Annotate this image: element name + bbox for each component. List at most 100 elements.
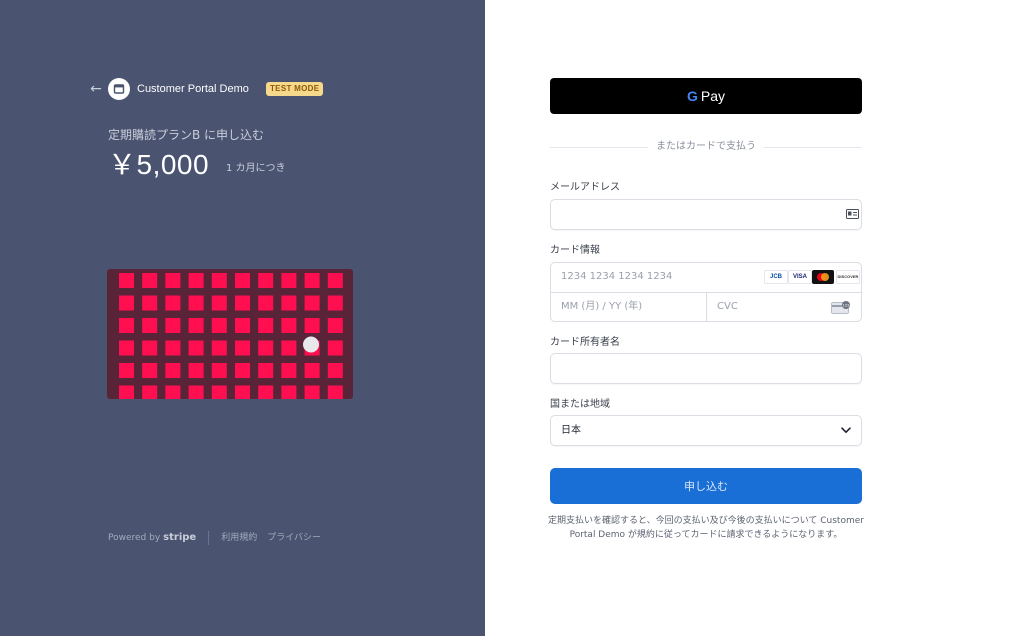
pattern-tile (142, 340, 158, 356)
email-label: メールアドレス (550, 182, 620, 193)
pattern-tile (281, 295, 297, 311)
svg-text:123: 123 (843, 303, 850, 308)
pattern-tile (119, 273, 134, 288)
card-info-label: カード情報 (550, 245, 600, 256)
pattern-tile (188, 273, 204, 288)
cvc-placeholder: CVC (717, 301, 738, 312)
pattern-tile (281, 273, 297, 288)
country-label: 国または地域 (550, 399, 610, 410)
pattern-tile (258, 295, 274, 311)
country-select[interactable]: 日本 (550, 415, 862, 446)
country-value: 日本 (561, 425, 581, 436)
product-summary-panel: ← Customer Portal Demo TEST MODE 定期購読プラン… (0, 0, 485, 636)
discover-icon: DISCOVER (836, 270, 860, 284)
terms-link[interactable]: 利用規約 (221, 531, 257, 545)
powered-by-text: Powered by (108, 533, 161, 543)
pattern-tile (142, 318, 158, 333)
pattern-tile (119, 318, 134, 333)
pattern-tile (165, 273, 181, 288)
pattern-tile (188, 363, 204, 378)
email-field[interactable] (550, 199, 862, 230)
product-image-pattern (119, 273, 343, 399)
privacy-link[interactable]: プライバシー (267, 531, 321, 545)
pattern-tile (327, 273, 343, 288)
pattern-tile (235, 295, 250, 311)
pattern-tile (211, 295, 227, 311)
pattern-tile (235, 363, 250, 378)
footer-divider (208, 531, 210, 545)
visa-icon: VISA (788, 270, 812, 284)
pattern-tile (258, 385, 274, 399)
pattern-tile (304, 318, 320, 333)
pattern-tile (211, 363, 227, 378)
pattern-tile (235, 318, 250, 333)
pattern-tile (142, 295, 158, 311)
card-info-group: 1234 1234 1234 1234 JCB VISA DISCOVER MM… (550, 262, 862, 322)
pattern-tile (304, 385, 320, 399)
cvc-card-icon: 123 (831, 301, 850, 314)
google-icon: G (686, 88, 698, 104)
pattern-tile (142, 273, 158, 288)
pattern-tile (188, 295, 204, 311)
pattern-tile (119, 363, 134, 378)
test-mode-badge: TEST MODE (266, 82, 324, 96)
pattern-tile (211, 385, 227, 399)
pattern-tile (235, 385, 250, 399)
pattern-tile (235, 340, 250, 356)
subscription-terms: 定期支払いを確認すると、今回の支払い及び今後の支払いについて Customer … (548, 516, 864, 540)
pattern-tile (258, 318, 274, 333)
arrow-left-icon[interactable]: ← (88, 81, 104, 97)
pattern-tile (327, 340, 343, 356)
pattern-tile (327, 363, 343, 378)
pattern-tile (281, 363, 297, 378)
pattern-tile (188, 385, 204, 399)
footer: Powered by stripe 利用規約 プライバシー (108, 531, 331, 545)
pattern-tile (327, 385, 343, 399)
plan-title: 定期購読プランB に申し込む (108, 128, 265, 142)
pattern-tile (258, 273, 274, 288)
pattern-tile (281, 385, 297, 399)
pattern-tile (281, 318, 297, 333)
pattern-tile (165, 363, 181, 378)
pattern-tile (304, 295, 320, 311)
contact-card-icon (846, 209, 859, 219)
subscribe-button[interactable]: 申し込む (550, 468, 862, 504)
pattern-tile (304, 273, 320, 288)
pattern-tile (165, 295, 181, 311)
expiry-placeholder: MM (月) / YY (年) (561, 301, 643, 312)
cardholder-name-label: カード所有者名 (550, 337, 620, 348)
pattern-tile (119, 340, 134, 356)
pattern-tile (258, 340, 274, 356)
pattern-tile (211, 318, 227, 333)
pattern-tile (188, 340, 204, 356)
pattern-tile (258, 363, 274, 378)
google-pay-label: Pay (700, 88, 725, 104)
pattern-tile (142, 385, 158, 399)
pattern-tile (165, 318, 181, 333)
pattern-tile (327, 295, 343, 311)
stripe-logo[interactable]: stripe (163, 531, 196, 545)
pattern-tile (327, 318, 343, 333)
jcb-icon: JCB (764, 270, 788, 284)
pattern-tile (165, 340, 181, 356)
expiry-input[interactable]: MM (月) / YY (年) (551, 293, 706, 321)
mastercard-icon (812, 270, 834, 284)
chevron-down-icon (841, 427, 851, 433)
subscribe-button-label: 申し込む (684, 480, 728, 493)
store-icon (108, 78, 130, 100)
pattern-tile (281, 340, 297, 356)
or-pay-with-card-divider: またはカードで支払う (550, 139, 862, 155)
pattern-tile (211, 340, 227, 356)
pattern-tile (235, 273, 250, 288)
pattern-tile (211, 273, 227, 288)
pattern-tile (142, 363, 158, 378)
cvc-input[interactable]: CVC 123 (707, 293, 861, 321)
price-period: 1 カ月につき (226, 163, 286, 174)
product-image (107, 269, 353, 399)
google-pay-button[interactable]: G Pay (550, 78, 862, 114)
card-number-placeholder: 1234 1234 1234 1234 (561, 271, 673, 282)
pattern-tile (304, 363, 320, 378)
pattern-tile (188, 318, 204, 333)
price-amount: ￥5,000 (108, 149, 210, 180)
cardholder-name-field[interactable] (550, 353, 862, 384)
